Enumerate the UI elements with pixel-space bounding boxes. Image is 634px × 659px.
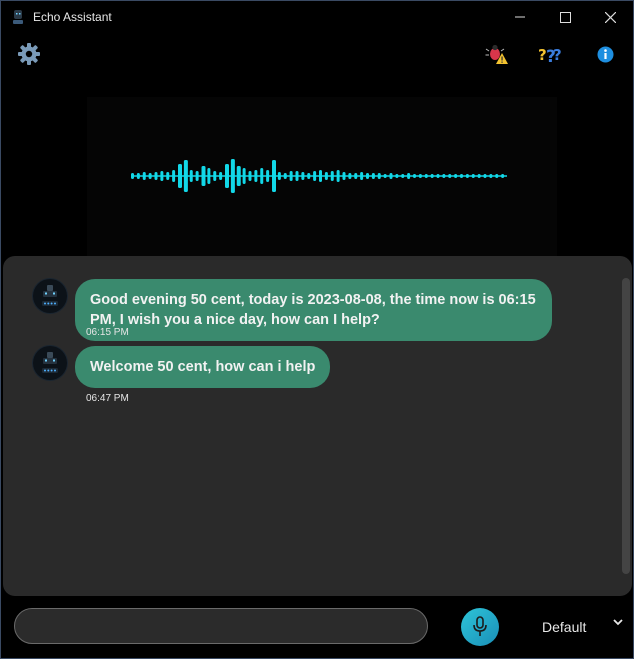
waveform-bar xyxy=(354,173,358,179)
waveform-bar xyxy=(483,174,487,178)
waveform-bar xyxy=(183,160,188,192)
waveform-bar xyxy=(142,172,146,180)
microphone-icon xyxy=(473,616,487,636)
waveform-bar xyxy=(495,174,499,178)
minimize-button[interactable] xyxy=(497,1,543,33)
waveform-graphic xyxy=(131,159,507,193)
waveform-bar xyxy=(195,171,199,181)
waveform-bar xyxy=(283,173,287,179)
chat-scrollbar[interactable] xyxy=(622,278,630,574)
message-timestamp: 06:15 PM xyxy=(86,327,129,338)
waveform-bar xyxy=(424,174,428,178)
waveform-bar xyxy=(465,174,469,178)
waveform-bar xyxy=(319,170,322,182)
microphone-button[interactable] xyxy=(461,608,499,646)
waveform-bar xyxy=(201,166,206,186)
waveform-bar xyxy=(501,174,505,178)
waveform-bar xyxy=(148,173,152,179)
gear-icon[interactable] xyxy=(17,42,41,66)
waveform-bar xyxy=(454,174,458,178)
info-icon[interactable] xyxy=(597,46,614,63)
waveform-bar xyxy=(477,174,481,178)
waveform-bar xyxy=(289,171,293,181)
assistant-avatar xyxy=(33,346,67,380)
waveform-bar xyxy=(207,168,211,184)
message-bubble: Welcome 50 cent, how can i help xyxy=(75,346,331,388)
waveform-bar xyxy=(418,174,422,178)
waveform-bar xyxy=(172,170,176,182)
waveform-bar xyxy=(401,174,405,178)
app-logo-icon xyxy=(11,9,25,25)
waveform-bar xyxy=(448,174,452,178)
waveform-bar xyxy=(219,172,223,180)
waveform-bar xyxy=(242,168,246,184)
waveform-bar xyxy=(342,172,346,180)
waveform-bar xyxy=(266,170,270,182)
waveform-bar xyxy=(430,174,434,178)
waveform-bar xyxy=(389,173,393,179)
waveform-bar xyxy=(260,168,264,184)
waveform-bar xyxy=(131,173,134,179)
waveform-bar xyxy=(360,172,364,180)
audio-visualizer xyxy=(87,97,557,257)
waveform-bar xyxy=(254,170,258,182)
waveform-bar xyxy=(307,173,311,179)
waveform-bar xyxy=(436,174,440,178)
voice-select[interactable]: Default xyxy=(542,619,586,635)
waveform-bar xyxy=(166,172,170,180)
message-input[interactable] xyxy=(14,608,428,644)
close-button[interactable] xyxy=(587,1,633,33)
title-bar[interactable]: Echo Assistant xyxy=(1,1,633,33)
waveform-bar xyxy=(178,164,182,188)
chevron-down-icon[interactable] xyxy=(612,615,624,631)
waveform-bar xyxy=(154,172,158,180)
help-icon[interactable]: ? ? ? xyxy=(538,43,564,65)
waveform-bar xyxy=(489,174,493,178)
waveform-bar xyxy=(395,174,399,178)
message-timestamp: 06:47 PM xyxy=(86,393,129,404)
maximize-button[interactable] xyxy=(542,1,588,33)
waveform-bar xyxy=(442,174,446,178)
waveform-bar xyxy=(377,173,381,179)
bug-report-icon[interactable] xyxy=(485,43,509,65)
waveform-bar xyxy=(348,173,352,179)
waveform-bar xyxy=(248,171,252,181)
waveform-bar xyxy=(301,172,305,180)
waveform-bar xyxy=(236,166,241,186)
waveform-bar xyxy=(295,171,299,181)
waveform-bar xyxy=(383,174,387,178)
svg-text:?: ? xyxy=(553,46,562,64)
waveform-bar xyxy=(460,174,463,178)
waveform-bar xyxy=(313,171,317,181)
waveform-bar xyxy=(189,170,193,182)
app-window: Echo Assistant ? ? ? Good evening 50 cen… xyxy=(0,0,634,659)
waveform-bar xyxy=(371,173,375,179)
waveform-bar xyxy=(413,174,416,178)
assistant-avatar xyxy=(33,279,67,313)
chat-message: Welcome 50 cent, how can i help xyxy=(33,346,331,388)
waveform-bar xyxy=(136,173,140,179)
waveform-bar xyxy=(160,171,164,181)
waveform-bar xyxy=(330,171,334,181)
waveform-bar xyxy=(336,170,340,182)
waveform-bar xyxy=(471,174,475,178)
waveform-bar xyxy=(213,171,217,181)
waveform-bar xyxy=(407,173,411,179)
waveform-bar xyxy=(272,160,276,192)
message-bubble: Good evening 50 cent, today is 2023-08-0… xyxy=(75,279,552,341)
waveform-bar xyxy=(324,172,328,180)
waveform-bar xyxy=(366,173,369,179)
window-title: Echo Assistant xyxy=(33,10,112,24)
waveform-bar xyxy=(277,172,281,180)
waveform-bar xyxy=(230,159,235,193)
waveform-bar xyxy=(225,164,229,188)
